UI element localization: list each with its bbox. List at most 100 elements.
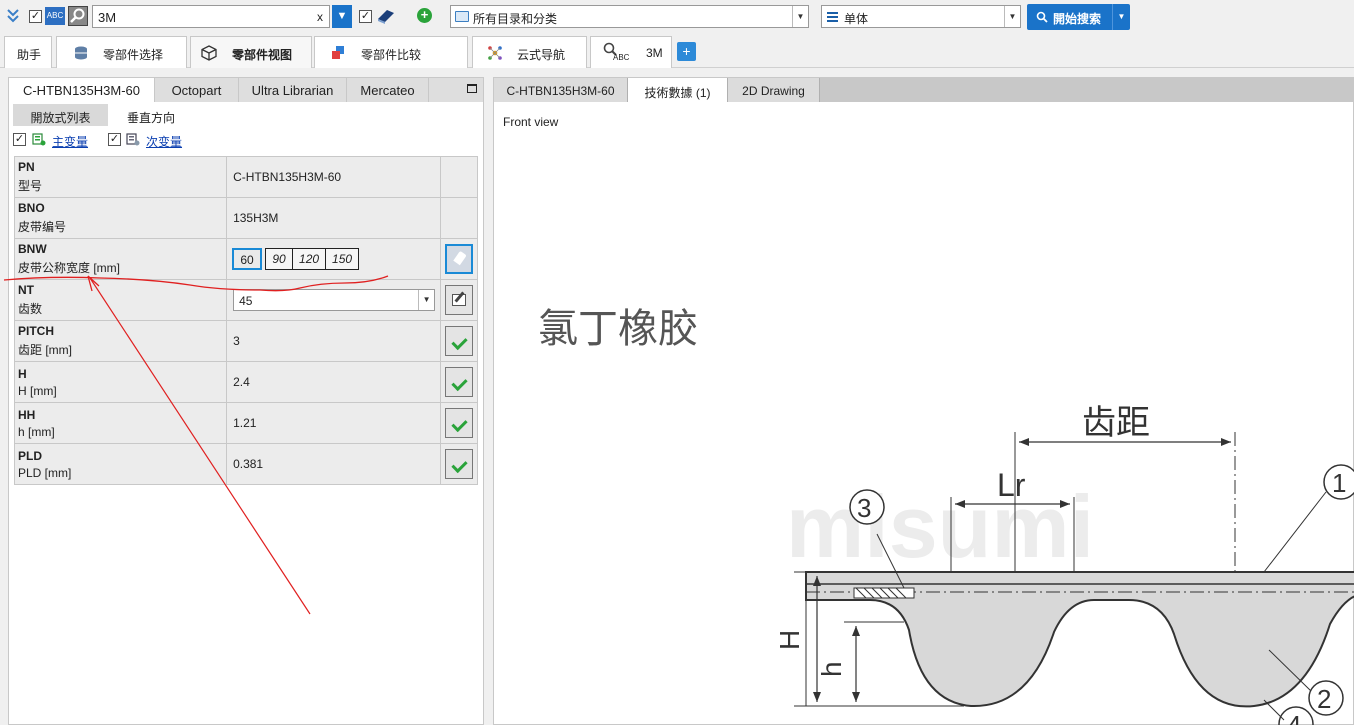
geometry-search-icon[interactable] (68, 6, 88, 26)
param-code: NT (18, 283, 34, 297)
technical-data-panel: C-HTBN135H3M-60 技術數據 (1) 2D Drawing Fron… (493, 77, 1354, 725)
catalog-select[interactable]: 所有目录和分类 ▼ (450, 5, 809, 28)
main-tab-bar: 助手 零部件选择 零部件视图 零部件比较 云式导航 ABC 3M + (0, 34, 1354, 68)
chevron-down-icon[interactable]: ▼ (792, 6, 808, 27)
table-row: BNO 皮带编号 135H3M (13, 197, 478, 239)
param-value: 2.4 (226, 361, 442, 403)
tab-label: 3M (646, 46, 663, 60)
secondary-variable-checkbox[interactable]: ✓ (108, 133, 121, 146)
search-icon (1036, 11, 1048, 23)
abc-text-search-icon[interactable]: ABC (45, 7, 65, 25)
secondary-variable-icon (126, 133, 140, 146)
source-tab-bar: C-HTBN135H3M-60 Octopart Ultra Librarian… (9, 78, 483, 102)
start-search-button[interactable]: 開始搜索 ▼ (1027, 4, 1130, 30)
add-circle-icon[interactable]: + (417, 8, 432, 23)
tab-2d-drawing[interactable]: 2D Drawing (728, 78, 820, 102)
clear-search-button[interactable]: x (317, 10, 323, 24)
tab-vertical[interactable]: 垂直方向 (109, 104, 193, 126)
tab-part-selection[interactable]: 零部件选择 (56, 36, 187, 68)
table-row: HH h [mm] 1.21 (13, 402, 478, 444)
chevron-down-icon[interactable]: ▼ (1004, 6, 1020, 27)
callout-1: 1 (1332, 468, 1346, 498)
tab-technical-data[interactable]: 技術數據 (1) (628, 78, 728, 102)
tab-assistant[interactable]: 助手 (4, 36, 52, 68)
width-option-60[interactable]: 60 (232, 248, 263, 270)
pin-icon (453, 250, 467, 266)
tab-label: 零部件比较 (361, 48, 422, 62)
table-row: H H [mm] 2.4 (13, 361, 478, 403)
param-desc: 齿距 [mm] (18, 343, 72, 357)
tab-label: 助手 (17, 48, 42, 62)
tab-part-view[interactable]: 零部件视图 (190, 36, 312, 68)
maximize-icon[interactable] (467, 84, 477, 93)
param-value: 135H3M (226, 197, 442, 239)
unit-select[interactable]: 单体 ▼ (821, 5, 1021, 28)
database-icon (75, 46, 87, 60)
compare-icon (332, 46, 344, 59)
param-code: PN (18, 160, 35, 174)
tab-cloud-navigation[interactable]: 云式导航 (472, 36, 587, 68)
abc-search-checkbox[interactable]: ✓ (29, 10, 42, 23)
width-option-120[interactable]: 120 (292, 248, 327, 270)
tab-ultra-librarian[interactable]: Ultra Librarian (239, 78, 347, 102)
view-mode-tabs: 開放式列表 垂直方向 (9, 102, 483, 126)
width-option-90[interactable]: 90 (265, 248, 294, 270)
param-value: 1.21 (226, 402, 442, 444)
pin-button[interactable] (445, 244, 474, 274)
tooth-count-select[interactable]: 45 ▼ (233, 289, 436, 311)
material-label: 氯丁橡胶 (538, 306, 698, 352)
callout-3: 3 (857, 493, 871, 523)
chevron-down-icon[interactable]: ▼ (418, 290, 434, 310)
primary-variable-icon (32, 133, 46, 146)
primary-variable-checkbox[interactable]: ✓ (13, 133, 26, 146)
lr-label: Lr (997, 467, 1026, 503)
table-row: NT 齿数 45 ▼ (13, 279, 478, 321)
tab-label: 云式导航 (517, 48, 566, 62)
param-desc: PLD [mm] (18, 465, 72, 480)
edit-icon (452, 294, 467, 306)
param-desc: 齿数 (18, 302, 43, 316)
tab-octopart[interactable]: Octopart (155, 78, 239, 102)
table-row: PN 型号 C-HTBN135H3M-60 (13, 156, 478, 198)
h-total-label: H (774, 630, 805, 650)
search-input[interactable]: 3M x (92, 5, 330, 28)
tab-label: 零部件视图 (232, 48, 293, 62)
tab-search-3m[interactable]: ABC 3M (590, 36, 672, 68)
secondary-variable-link[interactable]: 次变量 (146, 133, 182, 150)
edit-button[interactable] (445, 285, 474, 315)
catalog-checkbox[interactable]: ✓ (359, 10, 372, 23)
check-icon[interactable] (445, 408, 474, 438)
tab-open-list[interactable]: 開放式列表 (13, 104, 108, 126)
folder-icon (455, 11, 469, 22)
check-icon[interactable] (445, 449, 474, 479)
param-code: BNO (18, 201, 45, 215)
tab-part-compare[interactable]: 零部件比较 (314, 36, 468, 68)
search-input-value: 3M (98, 10, 117, 25)
toolbar: ✓ ABC 3M x ▼ ✓ + 所有目录和分类 ▼ 单体 ▼ 開始搜索 ▼ (0, 0, 1354, 34)
check-icon[interactable] (445, 367, 474, 397)
search-history-dropdown[interactable]: ▼ (332, 5, 352, 28)
param-code: BNW (18, 242, 47, 256)
watermark-text: misumi (786, 477, 1094, 576)
tooth-count-value: 45 (239, 294, 253, 308)
catalog-book-icon[interactable] (376, 7, 396, 25)
list-icon (827, 12, 838, 22)
check-icon[interactable] (445, 326, 474, 356)
tab-part-number[interactable]: C-HTBN135H3M-60 (9, 78, 155, 102)
param-code: H (18, 366, 27, 381)
table-row: BNW 皮带公称宽度 [mm] 60 90 120 150 (13, 238, 478, 280)
belt-tooth-drawing: misumi 氯丁橡胶 齿距 Lr H h 3 1 2 4 (538, 306, 1354, 725)
catalog-select-value: 所有目录和分类 (473, 12, 558, 26)
tab-mercateo[interactable]: Mercateo (347, 78, 429, 102)
parameter-table: PN 型号 C-HTBN135H3M-60 BNO 皮带编号 135H3M BNW 皮… (13, 156, 478, 485)
callout-2: 2 (1317, 684, 1331, 714)
collapse-chevron-icon[interactable] (6, 8, 20, 24)
tab-part-number[interactable]: C-HTBN135H3M-60 (494, 78, 628, 102)
table-row: PITCH 齿距 [mm] 3 (13, 320, 478, 362)
abc-text-icon: ABC (613, 53, 630, 62)
width-option-150[interactable]: 150 (325, 248, 360, 270)
search-options-dropdown[interactable]: ▼ (1112, 4, 1130, 30)
primary-variable-link[interactable]: 主变量 (52, 133, 88, 150)
add-tab-button[interactable]: + (677, 42, 696, 61)
param-code: HH (18, 407, 36, 422)
